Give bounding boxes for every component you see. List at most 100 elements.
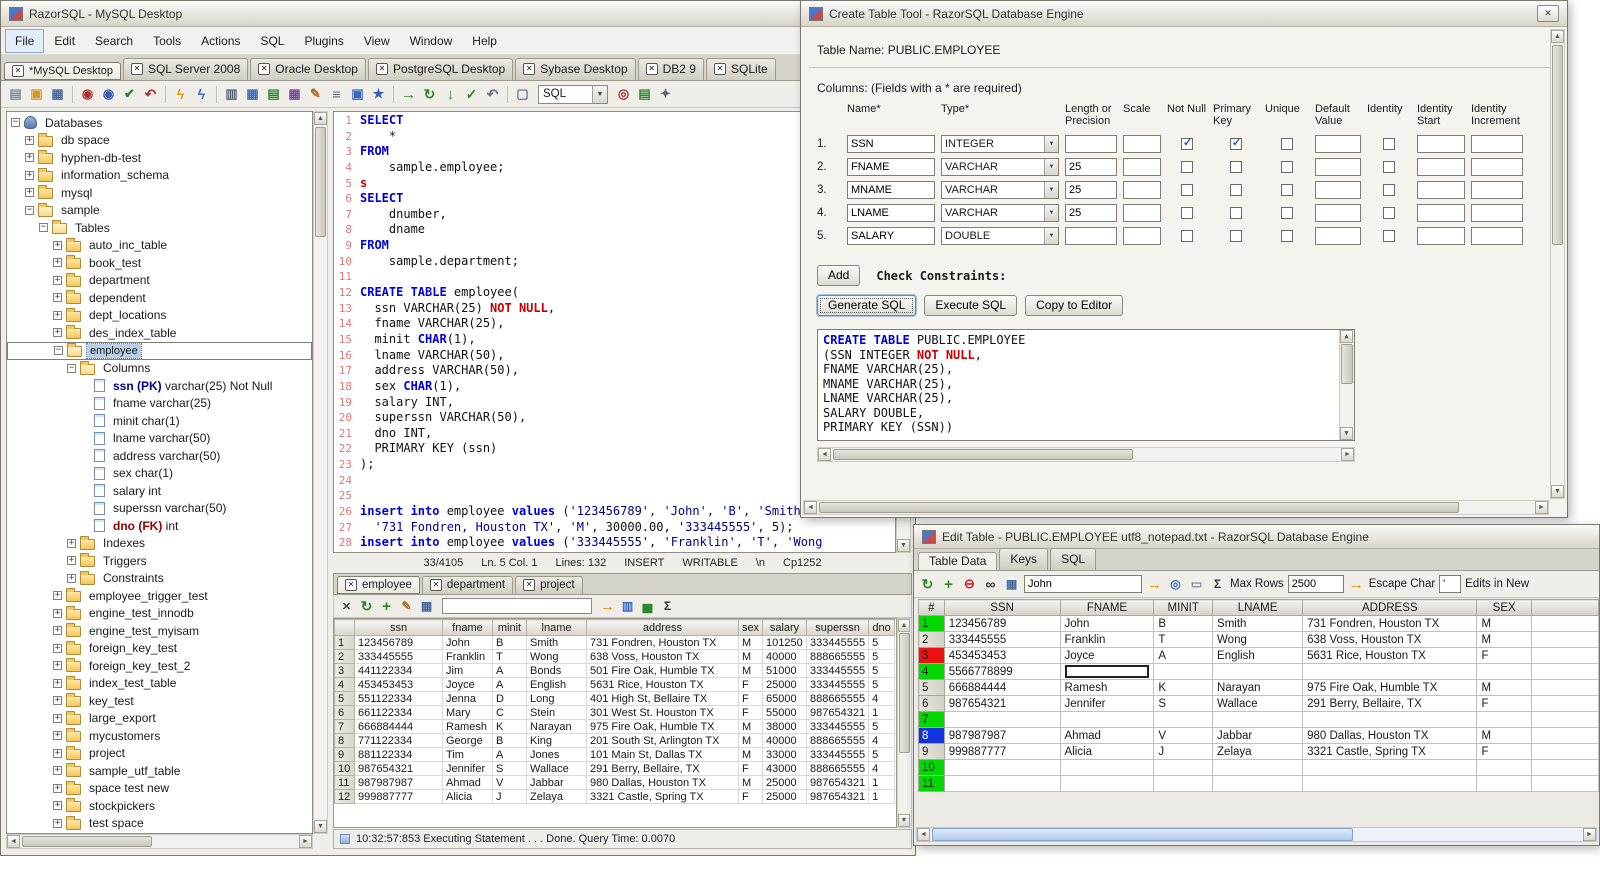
close-tab-icon[interactable]: ✕ bbox=[375, 63, 388, 75]
column-type-select[interactable]: DOUBLE ▼ bbox=[941, 227, 1059, 245]
scroll-left-icon[interactable]: ◄ bbox=[818, 448, 831, 461]
active-edit-cell[interactable] bbox=[1064, 665, 1150, 678]
copy-to-editor-button[interactable]: Copy to Editor bbox=[1025, 295, 1124, 316]
scroll-up-icon[interactable]: ▲ bbox=[898, 619, 910, 632]
results-column-header[interactable]: salary bbox=[762, 619, 807, 636]
tree-item[interactable]: + test space bbox=[7, 815, 312, 833]
export-data-icon[interactable]: ◉ bbox=[99, 85, 118, 104]
default-value-input[interactable] bbox=[1315, 135, 1361, 153]
edit-table-row[interactable]: 9 999887777 Alicia J Zelaya 3321 Castle, Spri… bbox=[918, 743, 1599, 760]
scroll-down-icon[interactable]: ▼ bbox=[314, 820, 327, 833]
edit-table-cell[interactable]: J bbox=[1153, 743, 1214, 760]
edit-table-cell[interactable] bbox=[1302, 759, 1478, 776]
insert-row-icon[interactable]: + bbox=[378, 598, 395, 615]
scroll-down-icon[interactable]: ▼ bbox=[898, 814, 910, 827]
scrollbar-thumb[interactable] bbox=[1552, 45, 1563, 245]
tree-item[interactable]: + foreign_key_test bbox=[7, 640, 312, 658]
execute-sql-button[interactable]: Execute SQL bbox=[924, 295, 1018, 316]
row-number-cell[interactable]: 11 bbox=[918, 775, 945, 792]
edit-cell-icon[interactable]: ✎ bbox=[398, 598, 415, 615]
default-value-input[interactable] bbox=[1315, 181, 1361, 199]
binoculars-icon[interactable]: ∞ bbox=[982, 576, 999, 593]
edit-table-cell[interactable] bbox=[1153, 663, 1214, 680]
tree-expander-icon[interactable]: + bbox=[25, 153, 34, 163]
length-input[interactable] bbox=[1065, 181, 1117, 199]
menu-window[interactable]: Window bbox=[400, 29, 463, 53]
tree-expander-icon[interactable]: + bbox=[53, 661, 62, 671]
tree-item[interactable]: − Columns bbox=[7, 360, 312, 378]
close-tab-icon[interactable]: ✕ bbox=[429, 579, 442, 591]
connection-tab[interactable]: ✕ Sybase Desktop bbox=[515, 58, 636, 80]
unique-checkbox[interactable] bbox=[1281, 138, 1293, 150]
results-row[interactable]: 2 333445555 Franklin T Wong 638 Voss, Houston… bbox=[334, 649, 896, 664]
scrollbar-thumb[interactable] bbox=[1341, 344, 1353, 384]
results-column-header[interactable]: address bbox=[586, 619, 739, 636]
go-arrow-icon[interactable]: → bbox=[1348, 576, 1365, 593]
row-number-cell[interactable]: 8 bbox=[918, 727, 945, 744]
export-grid-icon[interactable]: ▥ bbox=[619, 598, 636, 615]
favorites-star-icon[interactable]: ★ bbox=[369, 85, 388, 104]
save-icon[interactable]: ▦ bbox=[1003, 576, 1020, 593]
identity-checkbox[interactable] bbox=[1383, 161, 1395, 173]
edit-table-cell[interactable]: Ahmad bbox=[1059, 727, 1155, 744]
tree-expander-icon[interactable]: + bbox=[53, 275, 62, 285]
add-column-button[interactable]: Add bbox=[817, 265, 861, 286]
identity-checkbox[interactable] bbox=[1383, 138, 1395, 150]
primary-key-checkbox[interactable] bbox=[1230, 184, 1242, 196]
edit-table-cell[interactable]: 975 Fire Oak, Humble TX bbox=[1302, 679, 1478, 696]
edit-table-cell[interactable] bbox=[1212, 711, 1304, 728]
results-row[interactable]: 6 661122334 Mary C Stein 301 West St. Houston… bbox=[334, 705, 896, 720]
main-titlebar[interactable]: RazorSQL - MySQL Desktop bbox=[1, 1, 915, 27]
tree-item[interactable]: + engine_test_myisam bbox=[7, 622, 312, 640]
go-arrow-icon[interactable]: → bbox=[599, 598, 616, 615]
close-tab-icon[interactable]: ✕ bbox=[12, 64, 24, 77]
connection-tab[interactable]: ✕ SQLite bbox=[705, 58, 776, 80]
row-number-cell[interactable]: 7 bbox=[918, 711, 945, 728]
menu-view[interactable]: View bbox=[354, 29, 400, 53]
tree-expander-icon[interactable]: + bbox=[67, 573, 76, 583]
edit-table-cell[interactable] bbox=[1059, 663, 1155, 680]
unique-checkbox[interactable] bbox=[1281, 184, 1293, 196]
edit-table-row[interactable]: 3 453453453 Joyce A English 5631 Rice, Housto… bbox=[918, 647, 1599, 664]
execute-all-icon[interactable]: ϟ bbox=[192, 85, 211, 104]
tree-expander-icon[interactable]: + bbox=[53, 713, 62, 723]
not-null-checkbox[interactable] bbox=[1181, 136, 1193, 150]
column-type-select[interactable]: VARCHAR ▼ bbox=[941, 181, 1059, 199]
sigma-icon[interactable]: Σ bbox=[1209, 576, 1226, 593]
edit-table-cell[interactable]: Jennifer bbox=[1059, 695, 1155, 712]
results-row[interactable]: 8 771122334 George B King 201 South St, Arlin… bbox=[334, 733, 896, 748]
edit-table-cell[interactable]: F bbox=[1476, 743, 1532, 760]
scrollbar-thumb[interactable] bbox=[932, 828, 1353, 841]
edit-table-cell[interactable] bbox=[1212, 759, 1304, 776]
tree-expander-icon[interactable]: + bbox=[25, 135, 34, 145]
unique-checkbox[interactable] bbox=[1281, 230, 1293, 242]
connection-tab[interactable]: ✕ Oracle Desktop bbox=[250, 58, 366, 80]
sigma-icon[interactable]: Σ bbox=[659, 598, 676, 615]
results-column-header[interactable]: superssn bbox=[805, 619, 870, 636]
row-number-cell[interactable]: 10 bbox=[918, 759, 945, 776]
edit-table-cell[interactable]: Wong bbox=[1212, 631, 1304, 648]
close-tab-icon[interactable]: ✕ bbox=[645, 63, 658, 75]
tree-item[interactable]: + project bbox=[7, 745, 312, 763]
connections-icon[interactable]: ◎ bbox=[614, 85, 633, 104]
edit-table-cell[interactable]: Joyce bbox=[1059, 647, 1155, 664]
tree-expander-icon[interactable]: + bbox=[53, 783, 62, 793]
column-name-input[interactable] bbox=[847, 158, 935, 176]
length-input[interactable] bbox=[1065, 135, 1117, 153]
tree-item[interactable]: + sample_utf_table bbox=[7, 762, 312, 780]
tree-item[interactable]: dno (FK) int bbox=[7, 517, 312, 535]
edit-table-cell[interactable]: 291 Berry, Bellaire, TX bbox=[1302, 695, 1478, 712]
tree-item[interactable]: + dependent bbox=[7, 289, 312, 307]
edit-table-cell[interactable] bbox=[1476, 711, 1532, 728]
create-table-titlebar[interactable]: Create Table Tool - RazorSQL Database En… bbox=[801, 1, 1567, 27]
not-null-checkbox[interactable] bbox=[1181, 207, 1193, 219]
refresh-icon[interactable]: ↻ bbox=[358, 598, 375, 615]
column-type-select[interactable]: VARCHAR ▼ bbox=[941, 204, 1059, 222]
edit-table-cell[interactable]: F bbox=[1476, 647, 1532, 664]
edit-table-cell[interactable] bbox=[1059, 759, 1155, 776]
connection-tab[interactable]: ✕ SQL Server 2008 bbox=[122, 58, 249, 80]
tree-item[interactable]: + index_test_table bbox=[7, 675, 312, 693]
sql-mode-combo[interactable]: SQL ▼ bbox=[538, 84, 608, 104]
edit-table-row[interactable]: 11 bbox=[918, 775, 1599, 792]
sql-vertical-scrollbar[interactable]: ▲ ▼ bbox=[1339, 330, 1354, 440]
